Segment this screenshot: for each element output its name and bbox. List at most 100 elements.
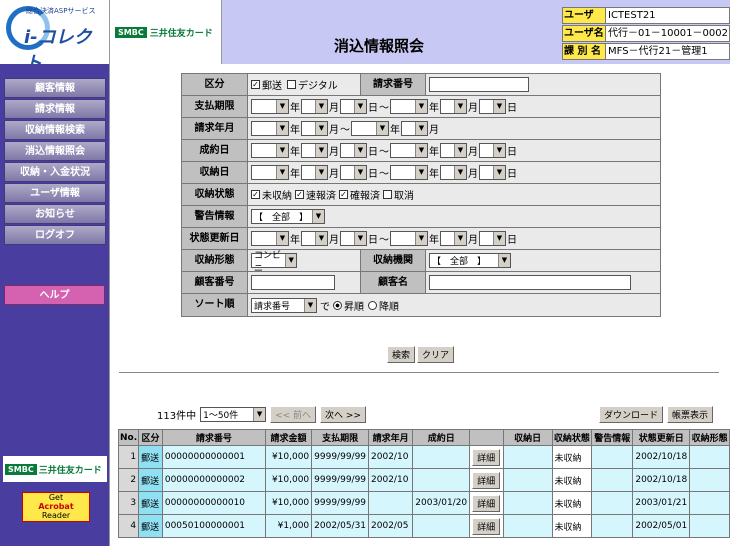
unit-day: 日 [507, 147, 517, 158]
checkbox-cancelled[interactable] [383, 190, 392, 199]
label-billing-month: 請求年月 [182, 118, 248, 139]
su-to-year-select[interactable]: ▼ [390, 231, 428, 246]
bm-from-year-select[interactable]: ▼ [251, 121, 289, 136]
cell-no: 3 [117, 491, 140, 515]
unit-day: 日 [368, 235, 378, 246]
due-from-month-select[interactable]: ▼ [301, 99, 328, 114]
unit-day: 日 [507, 169, 517, 180]
user-name-label: ユーザ名 [562, 25, 606, 42]
due-from-year-select[interactable]: ▼ [251, 99, 289, 114]
sidebar-smbc-logo[interactable]: SMBC 三井住友カード [3, 456, 107, 482]
cell-payment-status: 未収納 [551, 468, 593, 492]
detail-button[interactable]: 詳細 [472, 517, 501, 535]
pd-from-year-select[interactable]: ▼ [251, 165, 289, 180]
cell-billing-number: 00000000000001 [161, 445, 266, 469]
pd-from-month-select[interactable]: ▼ [301, 165, 328, 180]
pd-to-month-select[interactable]: ▼ [440, 165, 467, 180]
sort-select[interactable]: 請求番号 ▼ [251, 297, 317, 313]
su-to-day-select[interactable]: ▼ [479, 231, 506, 246]
radio-desc[interactable] [368, 300, 377, 310]
detail-button[interactable]: 詳細 [472, 471, 501, 489]
help-button[interactable]: ヘルプ [4, 285, 105, 305]
divider [119, 372, 719, 373]
radio-asc[interactable] [333, 300, 342, 310]
payment-type-select[interactable]: コンビニ ▼ [251, 251, 297, 274]
warning-select[interactable]: 【 全部 】 ▼ [251, 209, 325, 224]
unit-month: 月 [329, 169, 339, 180]
sidebar-item-billing-info[interactable]: 請求情報 [4, 99, 106, 119]
unit-day: 日 [507, 235, 517, 246]
cd-to-day-select[interactable]: ▼ [479, 143, 506, 158]
detail-button[interactable]: 詳細 [472, 494, 501, 512]
sidebar-item-payment-status[interactable]: 収納・入金状況 [4, 162, 106, 182]
page-header: 消込情報照会 [222, 0, 562, 64]
table-row: 4 郵送 00050100000001 ¥1,000 2002/05/31 20… [117, 514, 730, 538]
su-from-day-select[interactable]: ▼ [340, 231, 367, 246]
cd-from-month-select[interactable]: ▼ [301, 143, 328, 158]
clear-button[interactable]: クリア [417, 346, 455, 363]
cell-amount: ¥10,000 [264, 445, 313, 469]
sidebar-item-notices[interactable]: お知らせ [4, 204, 106, 224]
checkbox-unpaid[interactable]: ✓ [251, 190, 260, 199]
cell-status-update: 2003/01/21 [632, 491, 691, 515]
due-to-year-select[interactable]: ▼ [390, 99, 428, 114]
label-payment-agency: 収納機関 [360, 250, 426, 271]
bm-to-year-select[interactable]: ▼ [351, 121, 389, 136]
cell-warning [591, 514, 634, 538]
cell-billing-month [368, 491, 414, 515]
customer-name-input[interactable] [429, 275, 631, 290]
billing-number-input[interactable] [429, 77, 529, 92]
sidebar-item-customer-info[interactable]: 顧客情報 [4, 78, 106, 98]
cd-from-year-select[interactable]: ▼ [251, 143, 289, 158]
unit-year: 年 [290, 147, 300, 158]
print-report-button[interactable]: 帳票表示 [667, 406, 714, 423]
page-range-select[interactable]: 1～50件 ▼ [200, 407, 267, 422]
pd-from-day-select[interactable]: ▼ [340, 165, 367, 180]
sidebar-item-logoff[interactable]: ログオフ [4, 225, 106, 245]
checkbox-postal[interactable]: ✓ [251, 80, 260, 89]
bm-to-month-select[interactable]: ▼ [401, 121, 428, 136]
row-payment-type: 収納形態 コンビニ ▼ 収納機関 【 全部 】 ▼ [182, 250, 660, 274]
sidebar-item-user-info[interactable]: ユーザ情報 [4, 183, 106, 203]
row-warning: 警告情報 【 全部 】 ▼ [182, 206, 660, 228]
bm-from-month-select[interactable]: ▼ [301, 121, 328, 136]
due-to-day-select[interactable]: ▼ [479, 99, 506, 114]
page-title: 消込情報照会 [334, 37, 425, 55]
su-from-year-select[interactable]: ▼ [251, 231, 289, 246]
download-button[interactable]: ダウンロード [599, 406, 664, 423]
checkbox-prelim[interactable]: ✓ [295, 190, 304, 199]
pd-to-day-select[interactable]: ▼ [479, 165, 506, 180]
su-to-month-select[interactable]: ▼ [440, 231, 467, 246]
checkbox-digital[interactable] [287, 80, 296, 89]
sidebar-item-payment-search[interactable]: 収納情報検索 [4, 120, 106, 140]
label-payment-status: 収納状態 [182, 184, 248, 205]
search-button[interactable]: 検索 [387, 346, 416, 363]
due-to-month-select[interactable]: ▼ [440, 99, 467, 114]
unit-month: 月 [468, 147, 478, 158]
cell-amount: ¥10,000 [264, 491, 313, 515]
label-due-date: 支払期限 [182, 96, 248, 117]
cd-to-year-select[interactable]: ▼ [390, 143, 428, 158]
label-warning: 警告情報 [182, 206, 248, 227]
col-amount: 請求金額 [264, 429, 313, 446]
col-billing-number: 請求番号 [161, 429, 266, 446]
detail-button[interactable]: 詳細 [472, 448, 501, 466]
prev-page-button[interactable]: << 前へ [270, 406, 317, 423]
user-id-value: ICTEST21 [606, 7, 730, 24]
sidebar-item-reconcile-inquiry[interactable]: 消込情報照会 [4, 141, 106, 161]
due-from-day-select[interactable]: ▼ [340, 99, 367, 114]
next-page-button[interactable]: 次へ >> [320, 406, 366, 423]
label-confirmed: 確報済 [350, 191, 380, 202]
cd-from-day-select[interactable]: ▼ [340, 143, 367, 158]
unit-month: 月 [329, 103, 339, 114]
label-cancelled: 取消 [394, 191, 414, 202]
acrobat-reader-link[interactable]: Get Acrobat Reader [22, 492, 90, 522]
customer-number-input[interactable] [251, 275, 335, 290]
payment-agency-select[interactable]: 【 全部 】 ▼ [429, 253, 511, 268]
unit-year: 年 [429, 147, 439, 158]
pd-to-year-select[interactable]: ▼ [390, 165, 428, 180]
row-contract-date: 成約日 ▼ 年 ▼ 月 ▼ 日～ ▼ 年 ▼ 月 ▼ 日 [182, 140, 660, 162]
su-from-month-select[interactable]: ▼ [301, 231, 328, 246]
cd-to-month-select[interactable]: ▼ [440, 143, 467, 158]
checkbox-confirmed[interactable]: ✓ [339, 190, 348, 199]
